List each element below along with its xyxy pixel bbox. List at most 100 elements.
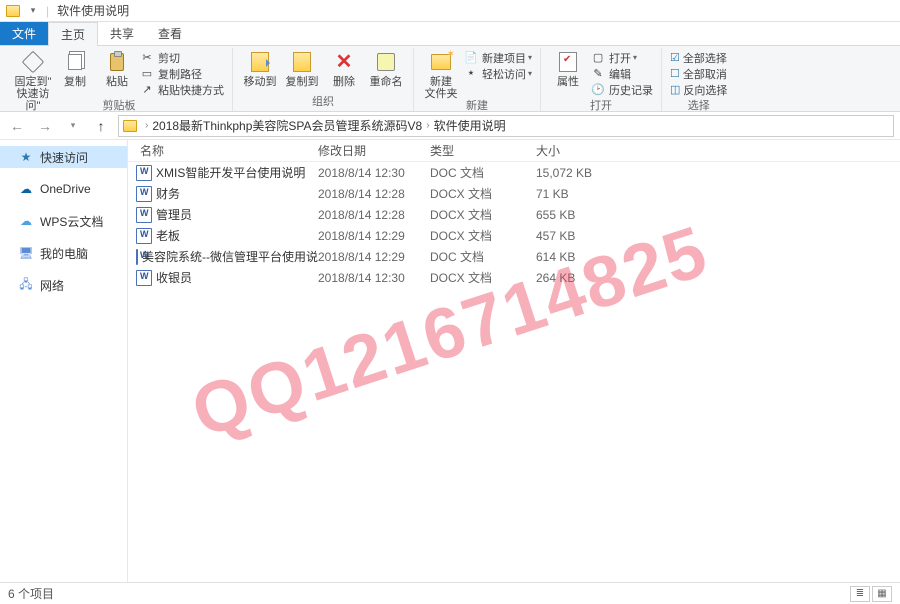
file-type: DOC 文档 (430, 164, 536, 181)
col-size[interactable]: 大小 (536, 142, 626, 159)
file-name: 管理员 (156, 206, 192, 223)
easy-access-button[interactable]: ⭑轻松访问▾ (464, 66, 532, 81)
file-date: 2018/8/14 12:28 (318, 187, 430, 201)
table-row[interactable]: 美容院系统--微信管理平台使用说明2018/8/14 12:29DOC 文档61… (128, 246, 900, 267)
history-button[interactable]: 🕑历史记录 (591, 82, 653, 97)
select-all-button[interactable]: ☑全部选择 (670, 50, 727, 65)
sidebar-item-wps[interactable]: ☁WPS云文档 (0, 210, 127, 232)
col-name[interactable]: 名称 (132, 142, 318, 159)
tab-view[interactable]: 查看 (146, 22, 194, 45)
selectnone-icon: ☐ (670, 67, 680, 80)
col-type[interactable]: 类型 (430, 142, 536, 159)
file-size: 655 KB (536, 208, 626, 222)
breadcrumb-seg[interactable]: 2018最新Thinkphp美容院SPA会员管理系统源码V8 (152, 117, 422, 134)
edit-icon: ✎ (591, 67, 605, 81)
tab-home[interactable]: 主页 (48, 22, 98, 46)
star-icon: ★ (18, 149, 34, 165)
table-row[interactable]: 管理员2018/8/14 12:28DOCX 文档655 KB (128, 204, 900, 225)
address-bar[interactable]: › 2018最新Thinkphp美容院SPA会员管理系统源码V8 › 软件使用说… (118, 115, 894, 137)
chevron-icon: › (145, 120, 148, 131)
move-icon (251, 52, 269, 72)
sidebar-item-network[interactable]: 🖧网络 (0, 274, 127, 296)
properties-icon (559, 52, 577, 72)
file-date: 2018/8/14 12:29 (318, 250, 430, 264)
ribbon: 固定到" 快速访问" 复制 粘贴 ✂剪切 ▭复制路径 ↗粘贴快捷方式 剪贴板 移… (0, 46, 900, 112)
separator-icon: | (46, 4, 49, 18)
open-button[interactable]: ▢打开▾ (591, 50, 653, 65)
copyto-icon (293, 52, 311, 72)
new-folder-button[interactable]: 新建 文件夹 (420, 48, 462, 100)
status-bar: 6 个项目 ≣ ▦ (0, 582, 900, 604)
cloud-icon: ☁ (18, 213, 34, 229)
delete-icon: ✕ (336, 51, 353, 73)
doc-icon (136, 186, 152, 202)
ribbon-group-select: ☑全部选择 ☐全部取消 ◫反向选择 选择 (662, 48, 735, 111)
up-button[interactable]: ↑ (90, 115, 112, 137)
group-label: 选择 (688, 96, 710, 115)
edit-button[interactable]: ✎编辑 (591, 66, 653, 81)
file-date: 2018/8/14 12:28 (318, 208, 430, 222)
easyaccess-icon: ⭑ (464, 67, 478, 81)
new-item-button[interactable]: 📄新建项目▾ (464, 50, 532, 65)
group-label: 剪贴板 (103, 96, 136, 115)
forward-button[interactable]: → (34, 115, 56, 137)
back-button[interactable]: ← (6, 115, 28, 137)
cut-icon: ✂ (140, 51, 154, 65)
sidebar-item-onedrive[interactable]: ☁OneDrive (0, 178, 127, 200)
file-date: 2018/8/14 12:30 (318, 166, 430, 180)
file-name: 美容院系统--微信管理平台使用说明 (142, 248, 318, 265)
pin-icon (22, 51, 45, 74)
paste-shortcut-button[interactable]: ↗粘贴快捷方式 (140, 82, 224, 97)
table-row[interactable]: 财务 2018/8/14 12:28DOCX 文档71 KB (128, 183, 900, 204)
details-view-button[interactable]: ≣ (850, 586, 870, 602)
file-size: 71 KB (536, 187, 626, 201)
invert-icon: ◫ (670, 83, 680, 96)
properties-button[interactable]: 属性 (547, 48, 589, 88)
pin-to-quick-access-button[interactable]: 固定到" 快速访问" (12, 48, 54, 112)
paste-button[interactable]: 粘贴 (96, 48, 138, 88)
ribbon-group-open: 属性 ▢打开▾ ✎编辑 🕑历史记录 打开 (541, 48, 662, 111)
file-name: 财务 (156, 185, 180, 202)
select-none-button[interactable]: ☐全部取消 (670, 66, 727, 81)
history-icon: 🕑 (591, 83, 605, 97)
newitem-icon: 📄 (464, 51, 478, 65)
pc-icon: 🖥 (18, 245, 34, 261)
open-icon: ▢ (591, 51, 605, 65)
delete-button[interactable]: ✕删除 (323, 48, 365, 88)
sidebar-item-thispc[interactable]: 🖥我的电脑 (0, 242, 127, 264)
shortcut-icon: ↗ (140, 83, 154, 97)
table-row[interactable]: 老板2018/8/14 12:29DOCX 文档457 KB (128, 225, 900, 246)
icons-view-button[interactable]: ▦ (872, 586, 892, 602)
cut-button[interactable]: ✂剪切 (140, 50, 224, 65)
file-type: DOCX 文档 (430, 185, 536, 202)
column-headers: 名称 修改日期 类型 大小 (128, 140, 900, 162)
newfolder-icon (431, 54, 451, 70)
copy-button[interactable]: 复制 (54, 48, 96, 88)
file-name: 老板 (156, 227, 180, 244)
file-type: DOCX 文档 (430, 227, 536, 244)
copy-icon (68, 54, 82, 70)
paste-icon (110, 53, 124, 71)
file-date: 2018/8/14 12:30 (318, 271, 430, 285)
doc-icon (136, 270, 152, 286)
doc-icon (136, 165, 152, 181)
breadcrumb-seg[interactable]: 软件使用说明 (434, 117, 506, 134)
table-row[interactable]: 收银员2018/8/14 12:30DOCX 文档264 KB (128, 267, 900, 288)
sidebar: ★快速访问 ☁OneDrive ☁WPS云文档 🖥我的电脑 🖧网络 (0, 140, 128, 582)
ribbon-group-new: 新建 文件夹 📄新建项目▾ ⭑轻松访问▾ 新建 (414, 48, 541, 111)
invert-selection-button[interactable]: ◫反向选择 (670, 82, 727, 97)
col-date[interactable]: 修改日期 (318, 142, 430, 159)
rename-button[interactable]: 重命名 (365, 48, 407, 88)
sidebar-item-quick-access[interactable]: ★快速访问 (0, 146, 127, 168)
network-icon: 🖧 (18, 277, 34, 293)
tab-share[interactable]: 共享 (98, 22, 146, 45)
qat-dropdown-icon[interactable]: ▾ (24, 2, 42, 20)
tab-file[interactable]: 文件 (0, 22, 48, 45)
move-to-button[interactable]: 移动到 (239, 48, 281, 88)
copy-to-button[interactable]: 复制到 (281, 48, 323, 88)
recent-dropdown[interactable]: ▾ (62, 115, 84, 137)
window-title: 软件使用说明 (57, 2, 129, 19)
file-size: 264 KB (536, 271, 626, 285)
copy-path-button[interactable]: ▭复制路径 (140, 66, 224, 81)
table-row[interactable]: XMIS智能开发平台使用说明2018/8/14 12:30DOC 文档15,07… (128, 162, 900, 183)
